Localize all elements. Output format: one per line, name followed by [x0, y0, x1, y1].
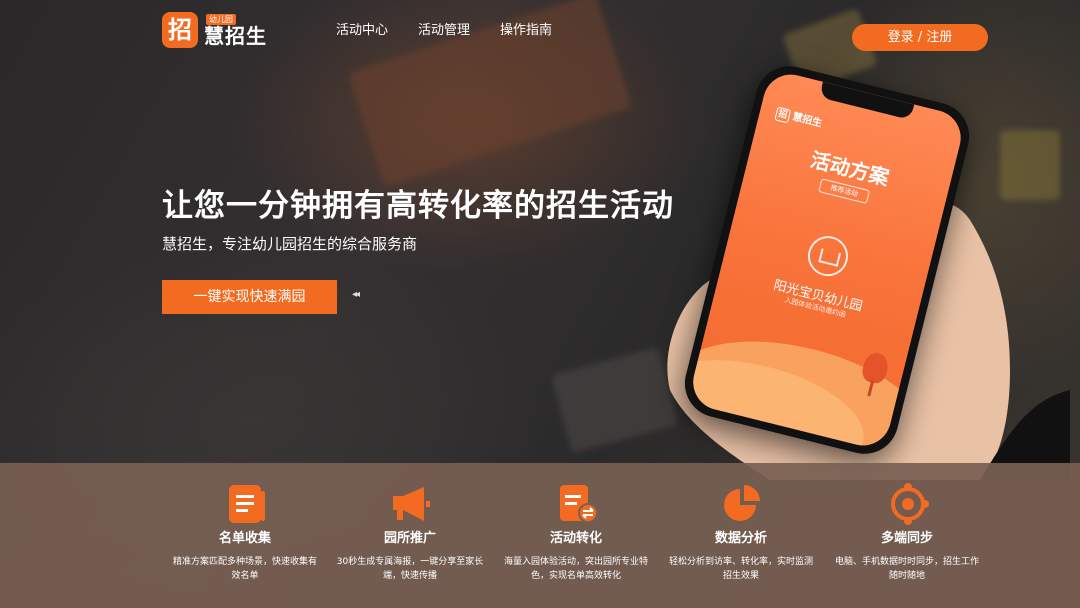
feature-description: 电脑、手机数据时时同步，招生工作随时随地: [834, 557, 979, 581]
document-list-icon: [229, 485, 265, 523]
login-register-button[interactable]: 登录 / 注册: [852, 24, 988, 51]
features-band: 名单收集 精准方案匹配多种场景，快速收集有效名单 园所推广 30秒生成专属海报，…: [0, 463, 1080, 608]
feature-data-analysis[interactable]: 数据分析 轻松分析到访率、转化率，实时监测招生效果: [666, 463, 816, 608]
main-nav: 活动中心 活动管理 操作指南: [336, 22, 552, 40]
sync-icon: [891, 483, 929, 525]
megaphone-icon: [393, 487, 430, 521]
feature-description: 30秒生成专属海报，一键分享至家长端，快速传播: [336, 557, 484, 581]
feature-description: 海量入园体验活动，突出园所专业特色，实现名单高效转化: [503, 557, 648, 581]
feature-title: 园所推广: [383, 531, 436, 546]
feature-conversion[interactable]: 活动转化 海量入园体验活动，突出园所专业特色，实现名单高效转化: [501, 463, 651, 608]
screen-logo: 招慧招生: [774, 104, 824, 132]
hero-subline: 慧招生，专注幼儿园招生的综合服务商: [162, 235, 418, 253]
screen-logo-text: 慧招生: [791, 111, 824, 130]
nav-item-guide[interactable]: 操作指南: [500, 22, 552, 40]
feature-multi-sync[interactable]: 多端同步 电脑、手机数据时时同步，招生工作随时随地: [832, 463, 982, 608]
logo-mark-icon: 招: [162, 12, 198, 48]
nav-item-activity-center[interactable]: 活动中心: [336, 22, 388, 40]
logo-text: 慧招生: [204, 24, 267, 48]
conversion-icon: [560, 485, 598, 523]
nav-item-activity-management[interactable]: 活动管理: [418, 22, 470, 40]
feature-description: 轻松分析到访率、转化率，实时监测招生效果: [668, 557, 813, 581]
feature-promotion[interactable]: 园所推广 30秒生成专属海报，一键分享至家长端，快速传播: [335, 463, 485, 608]
hero-headline: 让您一分钟拥有高转化率的招生活动: [162, 188, 674, 224]
school-emblem-icon: [803, 231, 853, 281]
feature-description: 精准方案匹配多种场景，快速收集有效名单: [172, 557, 317, 581]
arrows-icon: ◂◂: [352, 289, 360, 300]
pie-chart-icon: [724, 485, 760, 521]
top-header: 招 幼儿园 慧招生 活动中心 活动管理 操作指南 登录 / 注册: [0, 0, 1080, 62]
screen-logo-mark-icon: 招: [774, 106, 792, 124]
cta-button[interactable]: 一键实现快速满园: [162, 280, 337, 314]
feature-title: 活动转化: [549, 531, 602, 546]
feature-title: 名单收集: [218, 531, 271, 546]
feature-title: 多端同步: [880, 531, 933, 546]
feature-title: 数据分析: [714, 531, 767, 546]
feature-list-collection[interactable]: 名单收集 精准方案匹配多种场景，快速收集有效名单: [170, 463, 320, 608]
site-logo[interactable]: 招 幼儿园 慧招生: [162, 12, 282, 48]
